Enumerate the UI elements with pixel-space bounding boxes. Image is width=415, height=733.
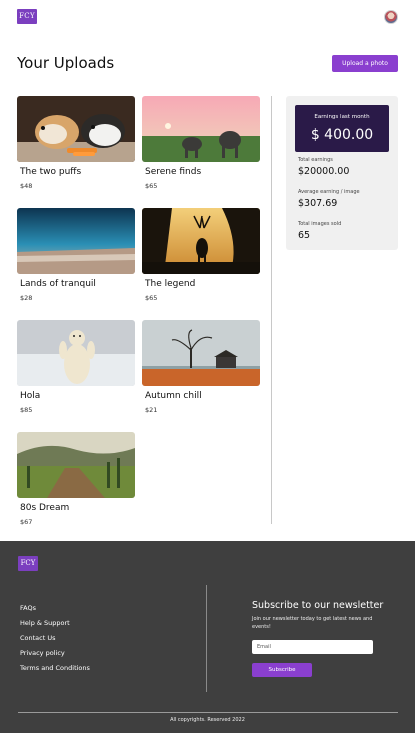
upload-title: 80s Dream: [20, 503, 70, 513]
total-earnings-label: Total earnings: [298, 157, 333, 163]
footer-link-faqs[interactable]: FAQs: [20, 603, 90, 618]
brand-logo[interactable]: FCY: [17, 9, 37, 24]
elephants-photo[interactable]: [142, 96, 260, 162]
total-earnings-value: $20000.00: [298, 166, 350, 177]
footer-link-privacy[interactable]: Privacy policy: [20, 648, 90, 663]
upload-card[interactable]: Autumn chill $21: [142, 320, 260, 420]
upload-title: The legend: [145, 279, 196, 289]
upload-price: $65: [145, 294, 158, 302]
images-sold-label: Total images sold: [298, 221, 342, 227]
guinea-pigs-photo[interactable]: [17, 96, 135, 162]
footer-links: FAQs Help & Support Contact Us Privacy p…: [20, 603, 90, 678]
earnings-last-month-card: Earnings last month $ 400.00: [295, 105, 389, 152]
average-earning-label: Average earning / image: [298, 189, 360, 195]
footer: FCY FAQs Help & Support Contact Us Priva…: [0, 541, 415, 733]
upload-price: $65: [145, 182, 158, 190]
upload-card[interactable]: 80s Dream $67: [17, 432, 135, 532]
earnings-last-month-value: $ 400.00: [310, 127, 374, 143]
autumn-tree-photo[interactable]: [142, 320, 260, 386]
content-divider: [271, 96, 272, 524]
deer-silhouette-photo[interactable]: [142, 208, 260, 274]
footer-link-contact[interactable]: Contact Us: [20, 633, 90, 648]
upload-title: Serene finds: [145, 167, 202, 177]
footer-divider: [206, 585, 207, 692]
upload-title: Lands of tranquil: [20, 279, 96, 289]
tranquil-land-photo[interactable]: [17, 208, 135, 274]
upload-price: $28: [20, 294, 33, 302]
footer-link-help[interactable]: Help & Support: [20, 618, 90, 633]
upload-price: $48: [20, 182, 33, 190]
user-avatar[interactable]: [384, 10, 398, 24]
upload-price: $21: [145, 406, 158, 414]
images-sold-value: 65: [298, 230, 311, 241]
upload-title: The two puffs: [20, 167, 82, 177]
newsletter-description: Join our newsletter today to get latest …: [252, 616, 373, 630]
upload-photo-button[interactable]: Upload a photo: [332, 55, 398, 72]
upload-title: Hola: [20, 391, 41, 401]
upload-title: Autumn chill: [145, 391, 202, 401]
average-earning-value: $307.69: [298, 198, 338, 209]
upload-price: $67: [20, 518, 33, 526]
polar-bear-photo[interactable]: [17, 320, 135, 386]
upload-card[interactable]: Serene finds $65: [142, 96, 260, 196]
footer-logo[interactable]: FCY: [18, 556, 38, 571]
upload-card[interactable]: The two puffs $48: [17, 96, 135, 196]
newsletter-title: Subscribe to our newsletter: [252, 600, 384, 611]
top-bar: FCY: [0, 0, 415, 36]
copyright-text: All copyrights. Reserved 2022: [170, 717, 245, 723]
upload-price: $85: [20, 406, 33, 414]
earnings-panel: Earnings last month $ 400.00 Total earni…: [286, 96, 398, 250]
boardwalk-photo[interactable]: [17, 432, 135, 498]
upload-card[interactable]: Hola $85: [17, 320, 135, 420]
footer-link-terms[interactable]: Terms and Conditions: [20, 663, 90, 678]
newsletter-email-input[interactable]: [252, 640, 373, 654]
footer-bottom-divider: [18, 712, 398, 713]
upload-card[interactable]: The legend $65: [142, 208, 260, 308]
earnings-last-month-label: Earnings last month: [314, 114, 370, 120]
page-title: Your Uploads: [17, 54, 115, 72]
subscribe-button[interactable]: Subscribe: [252, 663, 312, 677]
upload-card[interactable]: Lands of tranquil $28: [17, 208, 135, 308]
